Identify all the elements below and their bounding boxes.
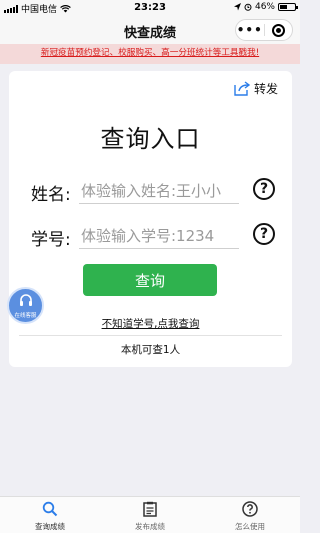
student-id-help-icon[interactable]: ? xyxy=(253,223,275,245)
tab-publish-scores[interactable]: 发布成绩 xyxy=(100,497,200,533)
query-limit-text: 本机可查1人 xyxy=(120,344,181,356)
tab-how-to-use[interactable]: 怎么使用 xyxy=(200,497,300,533)
share-label: 转发 xyxy=(253,82,278,96)
tab-label: 发布成绩 xyxy=(135,522,165,531)
name-row: 姓名: ? xyxy=(25,176,277,206)
tab-label: 怎么使用 xyxy=(235,522,265,531)
share-icon xyxy=(234,81,251,96)
document-icon xyxy=(143,501,157,517)
tab-bar: 查询成绩 发布成绩 怎么使用 xyxy=(0,496,300,533)
notice-banner-link[interactable]: 新冠疫苗预约登记、校服购买、高一分班统计等工具戳我! xyxy=(0,44,300,64)
query-title: 查询入口 xyxy=(100,125,201,153)
alarm-icon xyxy=(244,3,252,11)
name-label: 姓名: xyxy=(31,185,71,205)
mini-program-capsule: ••• xyxy=(235,19,293,41)
help-circle-icon xyxy=(242,501,258,517)
online-service-button[interactable]: 在线客服 xyxy=(7,287,44,324)
divider xyxy=(19,335,282,336)
location-icon xyxy=(233,3,241,11)
forgot-student-id-link[interactable]: 不知道学号,点我查询 xyxy=(9,316,292,331)
battery-icon xyxy=(278,3,298,11)
headset-icon xyxy=(20,294,32,306)
close-circle-icon xyxy=(271,23,285,37)
student-id-label: 学号: xyxy=(31,230,71,250)
query-card: 转发 查询入口 姓名: ? 学号: ? 查询 不知道学号,点我查询 本机可查1人 xyxy=(9,71,292,367)
student-id-input[interactable] xyxy=(79,223,239,249)
search-icon xyxy=(42,501,58,517)
battery-percent: 46% xyxy=(254,2,275,12)
status-bar: 中国电信 23:23 46% xyxy=(0,0,300,16)
online-service-label: 在线客服 xyxy=(14,313,37,319)
share-button[interactable]: 转发 xyxy=(234,80,278,97)
close-button[interactable] xyxy=(265,23,293,37)
tab-label: 查询成绩 xyxy=(35,522,65,531)
name-input[interactable] xyxy=(79,178,239,204)
tab-query-scores[interactable]: 查询成绩 xyxy=(0,497,100,533)
query-button[interactable]: 查询 xyxy=(83,264,217,296)
nav-bar: 快查成绩 ••• xyxy=(0,16,300,44)
student-id-row: 学号: ? xyxy=(25,221,277,251)
name-help-icon[interactable]: ? xyxy=(253,178,275,200)
more-button[interactable]: ••• xyxy=(236,20,264,40)
status-right: 46% xyxy=(233,2,298,12)
